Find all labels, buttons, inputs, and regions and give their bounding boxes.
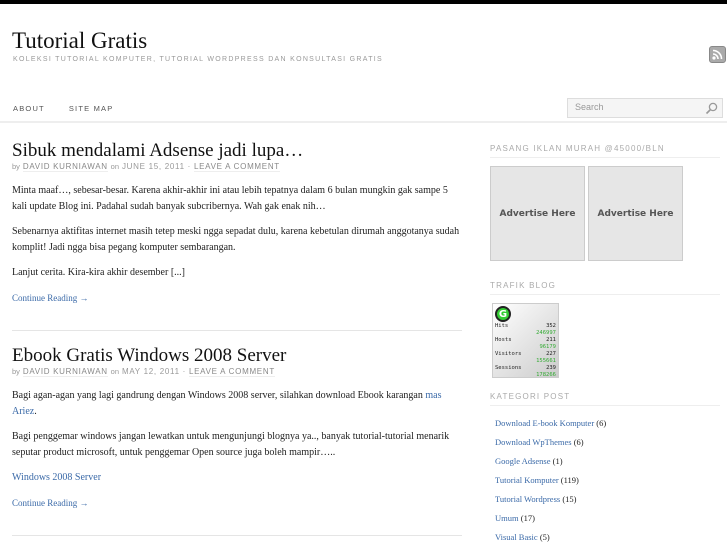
rss-icon[interactable] [709,46,726,63]
by-label: by [12,162,20,171]
post-author[interactable]: DAVID KURNIAWAN [22,162,108,172]
counter-label: Hosts [495,337,512,343]
category-item: Visual Basic (5) [495,528,720,547]
category-count: (6) [596,418,607,428]
main-nav: ABOUT SITE MAP [13,104,113,113]
post-paragraph: Lanjut cerita. Kira-kira akhir desember … [12,267,185,278]
post: Ebook Gratis Windows 2008 Server by DAVI… [12,345,462,536]
search-placeholder: Search [575,102,604,112]
category-list: Download E-book Komputer (6) Download Wp… [490,414,720,547]
category-link[interactable]: Download WpThemes [495,437,572,447]
post-date: MAY 12, 2011 [121,367,180,376]
counter-label: Hits [495,323,509,329]
continue-reading-link[interactable]: Continue Reading → [12,498,89,508]
post-meta: by DAVID KURNIAWAN on MAY 12, 2011 · LEA… [12,367,462,377]
categories-widget-title: KATEGORI POST [490,392,720,406]
post: Sibuk mendalami Adsense jadi lupa… by DA… [12,140,462,331]
counter-total: 246997 [536,330,556,336]
category-item: Tutorial Komputer (119) [495,471,720,490]
counter-today: 227 [546,351,556,357]
category-count: (17) [520,513,535,523]
post-paragraph: Sebenarnya aktifitas internet masih tete… [12,226,460,253]
site-title[interactable]: Tutorial Gratis [12,28,147,54]
counter-total: 178266 [536,372,556,378]
paragraph-text: Bagi agan-agan yang lagi gandrung dengan… [12,390,426,401]
category-count: (15) [562,494,577,504]
category-count: (6) [573,437,584,447]
counter-total: 155661 [536,358,556,364]
separator: · [187,162,192,171]
counter-today: 352 [546,323,556,329]
category-item: Umum (17) [495,509,720,528]
top-bar [0,0,727,4]
counter-today: 239 [546,365,556,371]
post-paragraph: Bagi agan-agan yang lagi gandrung dengan… [12,390,442,417]
category-count: (119) [560,475,579,485]
search-input[interactable]: Search [567,98,723,118]
nav-about[interactable]: ABOUT [13,104,45,113]
category-count: (1) [552,456,563,466]
category-item: Tutorial Wordpress (15) [495,490,720,509]
on-label: on [110,162,120,171]
category-link[interactable]: Download E-book Komputer [495,418,594,428]
post-title[interactable]: Ebook Gratis Windows 2008 Server [12,345,462,367]
main-content: Sibuk mendalami Adsense jadi lupa… by DA… [12,140,462,550]
post-author[interactable]: DAVID KURNIAWAN [22,367,108,377]
post-paragraph: Bagi penggemar windows jangan lewatkan u… [12,431,450,458]
by-label: by [12,367,20,376]
advertise-banner[interactable]: Advertise Here [490,166,585,261]
counter-logo-icon: G [495,306,511,322]
post-date: JUNE 15, 2011 [121,162,185,171]
traffic-widget-title: TRAFIK BLOG [490,281,720,295]
traffic-counter[interactable]: G Hits 352 246997 Hosts 211 96179 Visitors 22… [492,303,559,378]
ads-widget-title: PASANG IKLAN MURAH @45000/BLN [490,144,720,158]
sidebar: PASANG IKLAN MURAH @45000/BLN Advertise … [490,144,720,547]
advertise-banner[interactable]: Advertise Here [588,166,683,261]
category-link[interactable]: Umum [495,513,519,523]
category-item: Download WpThemes (6) [495,433,720,452]
category-item: Google Adsense (1) [495,452,720,471]
counter-total: 96179 [539,344,556,350]
header-divider [0,121,727,123]
windows-2008-server-link[interactable]: Windows 2008 Server [12,472,101,483]
nav-site-map[interactable]: SITE MAP [69,104,114,113]
leave-comment-link[interactable]: LEAVE A COMMENT [188,367,275,377]
post-meta: by DAVID KURNIAWAN on JUNE 15, 2011 · LE… [12,162,462,172]
search-icon[interactable] [705,102,718,115]
category-link[interactable]: Google Adsense [495,456,550,466]
post-paragraph: Minta maaf…, sebesar-besar. Karena akhir… [12,185,448,212]
counter-today: 211 [546,337,556,343]
separator: · [182,367,187,376]
category-link[interactable]: Tutorial Komputer [495,475,559,485]
category-link[interactable]: Tutorial Wordpress [495,494,560,504]
site-tagline: KOLEKSI TUTORIAL KOMPUTER, TUTORIAL WORD… [13,56,384,63]
counter-label: Sessions [495,365,522,371]
category-count: (5) [539,532,550,542]
post-title[interactable]: Sibuk mendalami Adsense jadi lupa… [12,140,462,162]
category-item: Download E-book Komputer (6) [495,414,720,433]
category-link[interactable]: Visual Basic [495,532,538,542]
on-label: on [110,367,120,376]
leave-comment-link[interactable]: LEAVE A COMMENT [193,162,280,172]
continue-reading-link[interactable]: Continue Reading → [12,293,89,303]
counter-label: Visitors [495,351,522,357]
